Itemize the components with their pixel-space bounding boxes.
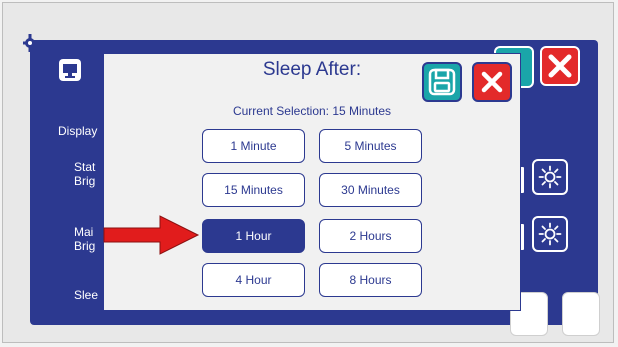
sun-icon xyxy=(538,222,562,246)
sleep-after-dialog: Sleep After: Current Selection: 15 Minut… xyxy=(103,53,521,311)
option-1-hour[interactable]: 1 Hour xyxy=(202,219,305,253)
option-5-minutes[interactable]: 5 Minutes xyxy=(319,129,422,163)
current-selection-text: Current Selection: 15 Minutes xyxy=(232,104,392,118)
close-button[interactable] xyxy=(472,62,512,102)
option-1-minute[interactable]: 1 Minute xyxy=(202,129,305,163)
close-icon xyxy=(481,71,503,93)
sleep-value-box-2[interactable] xyxy=(562,292,600,336)
option-15-minutes[interactable]: 15 Minutes xyxy=(202,173,305,207)
option-4-hour[interactable]: 4 Hour xyxy=(202,263,305,297)
save-icon xyxy=(428,68,456,96)
sleep-label: Slee xyxy=(74,288,99,302)
option-30-minutes[interactable]: 30 Minutes xyxy=(319,173,422,207)
arrow-icon xyxy=(103,215,200,255)
option-8-hours[interactable]: 8 Hours xyxy=(319,263,422,297)
option-2-hours[interactable]: 2 Hours xyxy=(319,219,422,253)
gear-icon xyxy=(23,34,35,52)
display-label: Display xyxy=(58,124,98,138)
sun-icon xyxy=(538,165,562,189)
monitor-icon[interactable] xyxy=(58,58,82,87)
status-brightness-button[interactable] xyxy=(532,159,568,195)
main-brightness-label: Mai Brig xyxy=(74,225,96,253)
close-icon xyxy=(548,54,572,78)
main-brightness-button[interactable] xyxy=(532,216,568,252)
save-button[interactable] xyxy=(422,62,462,102)
background-close-button[interactable] xyxy=(540,46,580,86)
status-brightness-label: Stat Brig xyxy=(74,160,96,188)
